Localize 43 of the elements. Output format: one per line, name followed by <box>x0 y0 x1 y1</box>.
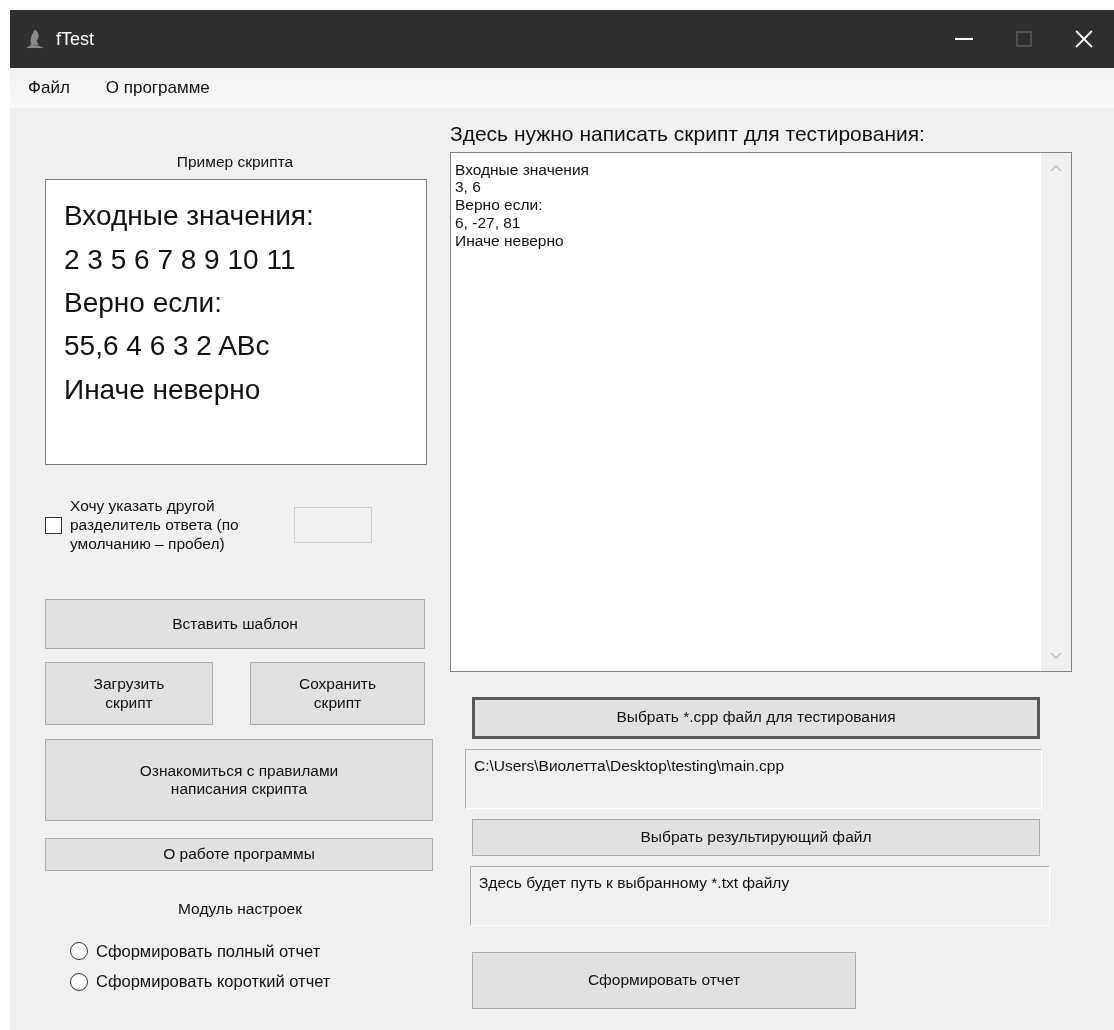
maximize-icon <box>1016 31 1032 47</box>
scrollbar[interactable] <box>1041 152 1071 671</box>
script-line: Входные значения <box>455 160 590 179</box>
checkbox-label: Хочу указать другой разделитель ответа (по умолчанию – пробел) <box>70 497 240 554</box>
menu-item[interactable]: Файл <box>28 75 70 101</box>
example-label: Пример скрипта <box>176 152 295 172</box>
example-line: 2 3 5 6 7 8 9 10 11 <box>64 242 297 277</box>
about-button[interactable]: О работе программы <box>45 838 433 872</box>
save-script-button[interactable]: Сохранить скрипт <box>250 662 425 726</box>
path-text: C:\Users\Виолетта\Desktop\testing\main.cpp <box>474 756 784 774</box>
script-line: Верно если: <box>455 196 544 214</box>
close-icon <box>1075 30 1093 48</box>
app-icon <box>24 28 46 50</box>
load-script-button[interactable]: Загрузить скрипт <box>45 662 213 726</box>
radio-button[interactable] <box>70 941 88 960</box>
radio-label: Сформировать короткий отчет <box>96 971 331 993</box>
result-path-field[interactable]: Здесь будет путь к выбранному *.txt файлу <box>470 865 1050 926</box>
separator-field[interactable] <box>294 507 372 544</box>
script-heading: Здесь нужно написать скрипт для тестирования: <box>450 121 926 147</box>
script-line: 6, -27, 81 <box>455 213 522 232</box>
example-line: Иначе неверно <box>64 372 262 407</box>
radio-button[interactable] <box>70 972 88 991</box>
example-line: Верно если: <box>64 286 223 321</box>
radio-label: Сформировать полный отчет <box>96 940 321 962</box>
window-title: fTest <box>56 27 94 51</box>
minimize-icon <box>955 38 973 40</box>
scroll-up-icon[interactable] <box>1050 164 1062 172</box>
cpp-path-field[interactable]: C:\Users\Виолетта\Desktop\testing\main.cpp <box>465 748 1042 809</box>
insert-template-button[interactable]: Вставить шаблон <box>45 599 425 650</box>
example-line: 55,6 4 6 3 2 ABc <box>64 329 271 364</box>
choose-cpp-button[interactable]: Выбрать *.cpp файл для тестирования <box>472 696 1040 739</box>
choose-result-button[interactable]: Выбрать результирующий файл <box>472 818 1040 856</box>
menu-item[interactable]: О программе <box>105 75 210 101</box>
scroll-down-icon[interactable] <box>1050 651 1062 659</box>
script-line: 3, 6 <box>455 178 482 197</box>
script-line: Иначе неверно <box>455 231 565 250</box>
checkbox[interactable] <box>45 516 62 534</box>
generate-report-button[interactable]: Сформировать отчет <box>472 951 856 1009</box>
script-editor[interactable]: Входные значения 3, 6 Верно если: 6, -27, 81 Иначе неверно <box>450 151 1072 672</box>
rules-button[interactable]: Ознакомиться с правилами написания скрипта <box>45 739 433 822</box>
settings-title: Модуль настроек <box>178 899 302 920</box>
path-text: Здесь будет путь к выбранному *.txt файлу <box>479 873 790 891</box>
example-line: Входные значения: <box>64 199 315 234</box>
